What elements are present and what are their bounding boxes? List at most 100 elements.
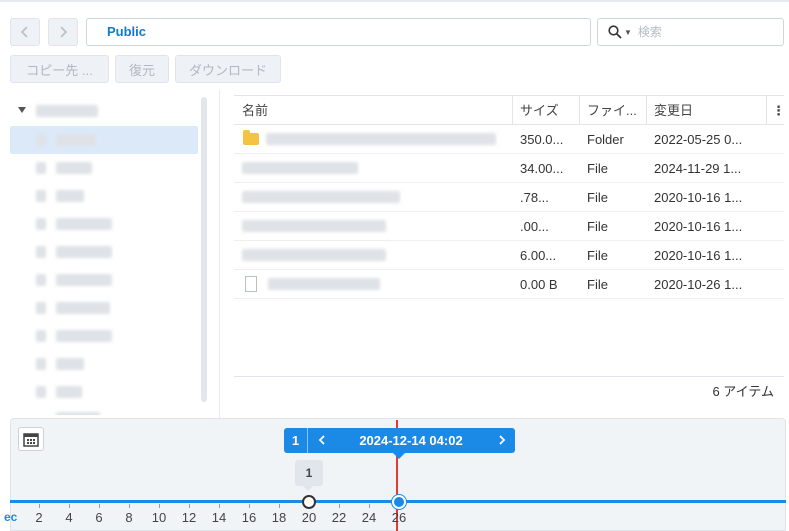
- calendar-icon: [23, 432, 39, 447]
- file-icon: [245, 276, 257, 292]
- table-row[interactable]: 350.0... Folder 2022-05-25 0...: [234, 125, 784, 154]
- timeline-tick-label: 6: [95, 510, 103, 525]
- file-size: 6.00...: [520, 248, 557, 263]
- timeline-tick-label: 22: [331, 510, 347, 525]
- redacted-icon: [36, 358, 46, 370]
- tree-item-collapsed[interactable]: [10, 406, 198, 415]
- timeline-tick: [189, 504, 190, 508]
- file-size: 0.00 B: [520, 277, 558, 292]
- next-snapshot-chevron-icon[interactable]: [497, 435, 507, 445]
- item-count: 6 アイテム: [234, 376, 784, 406]
- download-button[interactable]: ダウンロード: [175, 55, 281, 83]
- table-row[interactable]: 6.00... File 2020-10-16 1...: [234, 241, 784, 270]
- table-row[interactable]: .78... File 2020-10-16 1...: [234, 183, 784, 212]
- folder-icon: [243, 130, 259, 145]
- timeline-tick-label: 18: [271, 510, 287, 525]
- file-type: File: [587, 219, 608, 234]
- timeline-tick: [129, 504, 130, 508]
- redacted-label: [56, 218, 112, 230]
- timeline-tick: [279, 504, 280, 508]
- snapshot-point[interactable]: [302, 495, 316, 509]
- redacted-label: [56, 274, 112, 286]
- search-input[interactable]: [637, 25, 768, 39]
- search-icon: [608, 25, 622, 39]
- timeline-tick: [159, 504, 160, 508]
- calendar-button[interactable]: [18, 427, 44, 451]
- timeline-tick-label: 16: [241, 510, 257, 525]
- file-size: .78...: [520, 190, 549, 205]
- chevron-left-icon: [20, 26, 28, 38]
- restore-button[interactable]: 復元: [115, 55, 169, 83]
- tree-item[interactable]: [10, 182, 198, 210]
- timeline-tick-label: 20: [301, 510, 317, 525]
- file-modified: 2020-10-16 1...: [654, 248, 743, 263]
- path-bar[interactable]: Public: [86, 18, 591, 46]
- file-type: File: [587, 161, 608, 176]
- snapshot-datetime: 2024-12-14 04:02: [359, 433, 463, 448]
- expand-arrow-icon[interactable]: [18, 107, 26, 113]
- redacted-icon: [36, 218, 46, 230]
- search-options-caret-icon[interactable]: ▼: [624, 28, 632, 37]
- redacted-filename: [242, 220, 386, 232]
- timeline-tick: [39, 504, 40, 508]
- tree-item-selected[interactable]: [10, 126, 198, 154]
- redacted-icon: [36, 134, 46, 146]
- snapshot-count: 1: [284, 428, 308, 453]
- back-button[interactable]: [10, 18, 40, 46]
- file-list: 名前 サイズ ファイ... 変更日 ⋮ 350.0... Folder 2022…: [234, 95, 785, 405]
- timeline-tick-label: 14: [211, 510, 227, 525]
- timeline-tick: [339, 504, 340, 508]
- tree-item[interactable]: [10, 378, 198, 406]
- path-current-folder: Public: [107, 24, 147, 39]
- redacted-label: [56, 162, 92, 174]
- redacted-label: [56, 302, 110, 314]
- column-header-name[interactable]: 名前: [234, 96, 512, 125]
- column-header-type[interactable]: ファイ...: [579, 96, 646, 125]
- tree-item[interactable]: [10, 266, 198, 294]
- timeline-tick-label: 12: [181, 510, 197, 525]
- file-size: .00...: [520, 219, 549, 234]
- folder-tree: [10, 95, 210, 415]
- timeline-tick-label: 24: [361, 510, 377, 525]
- redacted-label: [56, 386, 82, 398]
- tree-item[interactable]: [10, 350, 198, 378]
- tree-item[interactable]: [10, 210, 198, 238]
- column-header-modified[interactable]: 変更日: [646, 96, 766, 125]
- copy-to-button[interactable]: コピー先 ...: [10, 55, 109, 83]
- redacted-icon: [36, 246, 46, 258]
- tree-scrollbar[interactable]: [201, 97, 207, 402]
- redacted-label: [36, 105, 98, 117]
- redacted-label: [56, 412, 100, 415]
- redacted-icon: [36, 190, 46, 202]
- tree-item[interactable]: [10, 154, 198, 182]
- tree-item[interactable]: [10, 294, 198, 322]
- column-header-size[interactable]: サイズ: [512, 96, 579, 125]
- table-row[interactable]: 0.00 B File 2020-10-26 1...: [234, 270, 784, 299]
- redacted-label: [56, 134, 96, 146]
- file-modified: 2022-05-25 0...: [654, 132, 743, 147]
- file-size: 34.00...: [520, 161, 564, 176]
- panel-divider[interactable]: [219, 90, 220, 418]
- selected-snapshot-point[interactable]: [392, 495, 406, 509]
- table-row[interactable]: .00... File 2020-10-16 1...: [234, 212, 784, 241]
- redacted-icon: [36, 330, 46, 342]
- search-bar[interactable]: ▼: [597, 18, 784, 46]
- table-row[interactable]: 34.00... File 2024-11-29 1...: [234, 154, 784, 183]
- timeline-tick-label: 10: [151, 510, 167, 525]
- redacted-icon: [36, 302, 46, 314]
- tree-item[interactable]: [10, 238, 198, 266]
- redacted-filename: [242, 249, 386, 261]
- file-type: Folder: [587, 132, 624, 147]
- file-modified: 2020-10-16 1...: [654, 190, 743, 205]
- column-menu-icon[interactable]: ⋮: [766, 96, 785, 125]
- file-modified: 2024-11-29 1...: [654, 161, 742, 176]
- bubble-pointer: [303, 486, 313, 491]
- prev-snapshot-chevron-icon[interactable]: [317, 435, 327, 445]
- forward-button[interactable]: [48, 18, 78, 46]
- tree-item-root[interactable]: [10, 97, 198, 125]
- redacted-icon: [36, 386, 46, 398]
- tree-item[interactable]: [10, 322, 198, 350]
- timeline-tick: [369, 504, 370, 508]
- timeline-tick-label: 26: [391, 510, 407, 525]
- timeline-tick-label: 2: [35, 510, 43, 525]
